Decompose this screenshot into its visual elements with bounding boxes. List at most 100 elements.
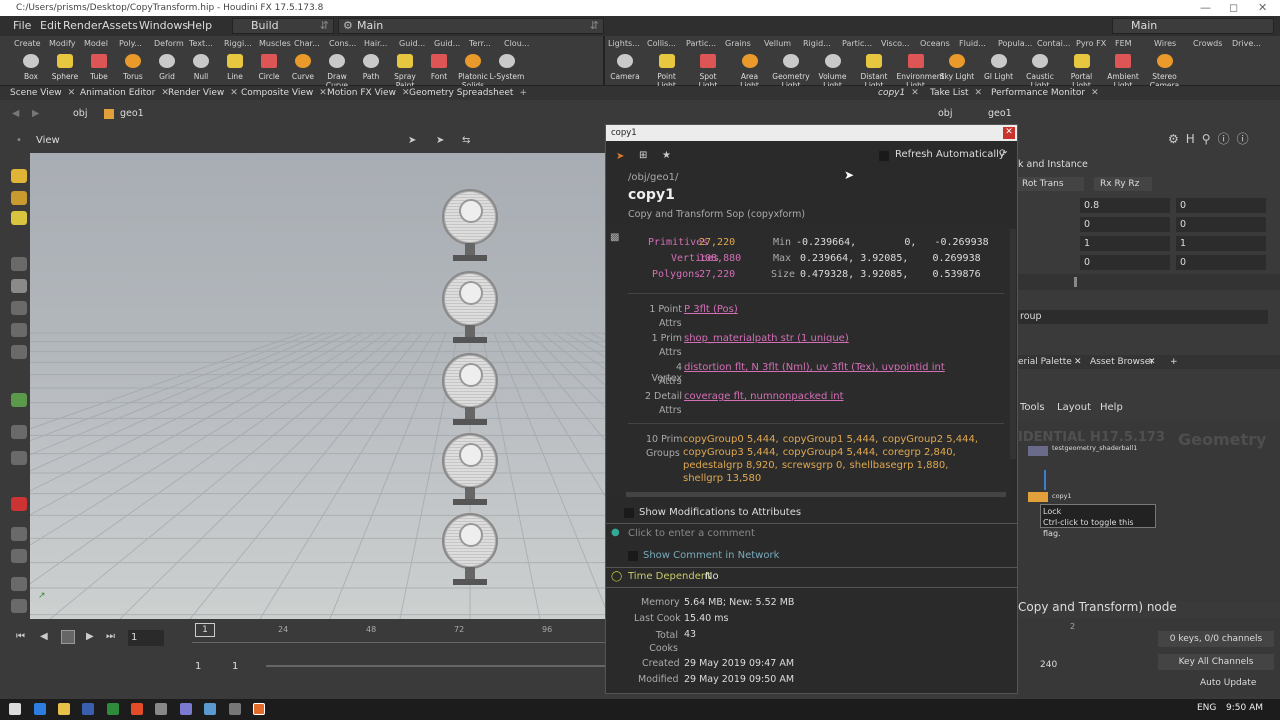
left-tool-draw-curve[interactable]: Draw Curve — [318, 54, 356, 90]
camera-icon[interactable] — [11, 425, 27, 439]
left-tool-spray-paint[interactable]: Spray Paint — [386, 54, 424, 90]
right-shelf-tab[interactable]: Partic... — [686, 37, 716, 51]
left-tool-grid[interactable]: Grid — [148, 54, 186, 81]
path-geo[interactable]: geo1 — [120, 104, 144, 124]
transform-icon[interactable]: ⇆ — [462, 131, 470, 151]
frame-field[interactable]: 1 — [128, 630, 164, 646]
start-icon[interactable] — [9, 703, 21, 715]
left-shelf-tab[interactable]: Muscles — [259, 37, 291, 51]
path-obj[interactable]: obj — [73, 104, 87, 124]
right-shelf-tab[interactable]: Popula... — [998, 37, 1032, 51]
network-editor[interactable]: IDENTIAL H17.5.173 Geometry testgeometry… — [1018, 420, 1280, 602]
menu-layout[interactable]: Layout — [1057, 398, 1091, 418]
select-tool-icon[interactable]: ➤ — [408, 131, 416, 151]
close-icon[interactable]: ✕ — [1258, 0, 1267, 16]
rotate-icon[interactable] — [11, 323, 27, 337]
param-field[interactable]: 0 — [1176, 217, 1266, 232]
right-tool-environment-light[interactable]: Environment Light — [897, 54, 944, 90]
right-shelf-tab[interactable]: Contai... — [1037, 37, 1070, 51]
left-shelf-tab[interactable]: Poly... — [119, 37, 142, 51]
explorer-icon[interactable] — [58, 703, 70, 715]
menu-render[interactable]: Render — [63, 16, 102, 36]
jump-end-icon[interactable]: ⏭ — [106, 631, 115, 642]
main-select[interactable]: Main ⚙ ⇵ — [338, 18, 604, 34]
right-tool-area-light[interactable]: Area Light — [731, 54, 769, 90]
play-icon[interactable]: ▶ — [86, 631, 94, 642]
left-tool-font[interactable]: Font — [420, 54, 458, 81]
range-slider[interactable] — [266, 665, 606, 667]
menu-assets[interactable]: Assets — [102, 16, 138, 36]
left-tool-null[interactable]: Null — [182, 54, 220, 81]
shading-icon[interactable] — [11, 599, 27, 613]
attr-values[interactable]: shop_materialpath str (1 unique) — [684, 333, 849, 344]
param-field[interactable]: 1 — [1176, 236, 1266, 251]
vs-icon[interactable] — [82, 703, 94, 715]
shaderball-node[interactable] — [1028, 446, 1048, 456]
auto-update[interactable]: Auto Update — [1200, 678, 1256, 688]
edge-icon[interactable] — [34, 703, 46, 715]
left-shelf-tab[interactable]: Modify — [49, 37, 76, 51]
right-shelf-tab[interactable]: Rigid... — [803, 37, 831, 51]
expand-icon[interactable]: ⊞ — [639, 150, 647, 161]
stop-icon[interactable] — [61, 630, 75, 644]
left-shelf-tab[interactable]: Hair... — [364, 37, 387, 51]
houdini-icon[interactable] — [253, 703, 265, 715]
pose-icon[interactable] — [11, 191, 27, 205]
key-all-channels[interactable]: Key All Channels — [1158, 654, 1274, 670]
close-tab-icon[interactable]: ✕ — [911, 88, 919, 98]
attr-values[interactable]: P 3flt (Pos) — [684, 304, 738, 315]
light-icon[interactable] — [11, 549, 27, 563]
right-shelf-tab[interactable]: Lights... — [608, 37, 640, 51]
left-shelf-tab[interactable]: Model — [84, 37, 108, 51]
tab-motion-fx-view[interactable]: Motion FX View ✕ — [327, 86, 409, 100]
tab-animation-editor[interactable]: Animation Editor ✕ — [80, 86, 169, 100]
tab-render-view[interactable]: Render View ✕ — [168, 86, 238, 100]
maximize-icon[interactable]: ◻ — [1229, 0, 1238, 16]
left-tool-platonic-solids[interactable]: Platonic Solids — [454, 54, 492, 90]
app-icon[interactable] — [229, 703, 241, 715]
attr-values[interactable]: coverage flt, numnonpacked int — [684, 391, 844, 402]
menu-windows[interactable]: Windows — [139, 16, 188, 36]
frame-indicator[interactable]: 1 — [195, 623, 215, 637]
menu-tools[interactable]: Tools — [1020, 398, 1045, 418]
timeline-ruler[interactable]: 1 24 48 72 96 — [192, 623, 606, 643]
comment-field[interactable]: Click to enter a comment — [628, 528, 755, 539]
pin-icon[interactable]: • — [16, 131, 22, 151]
lock-icon[interactable] — [11, 279, 27, 293]
back-icon[interactable]: ◀ — [12, 104, 19, 124]
minimize-icon[interactable]: — — [1200, 0, 1211, 16]
right-shelf-tab[interactable]: Drive... — [1232, 37, 1261, 51]
close-tab-icon[interactable]: ✕ — [230, 88, 238, 98]
left-shelf-tab[interactable]: Guid... — [399, 37, 425, 51]
right-shelf-tab[interactable]: Pyro FX — [1076, 37, 1106, 51]
snap-icon[interactable] — [11, 393, 27, 407]
tab-material-palette[interactable]: erial Palette — [1018, 355, 1072, 369]
xform-order-select[interactable]: Rot Trans — [1018, 177, 1084, 191]
forward-icon[interactable]: ▶ — [32, 104, 39, 124]
right-shelf-tab[interactable]: Fluid... — [959, 37, 986, 51]
start-frame[interactable]: 1 — [195, 661, 201, 672]
right-tool-geometry-light[interactable]: Geometry Light — [772, 54, 810, 90]
right-tool-stereo-camera[interactable]: Stereo Camera — [1146, 54, 1184, 90]
bug-icon[interactable]: ★ — [662, 150, 671, 161]
right-tool-sky-light[interactable]: Sky Light — [938, 54, 976, 81]
select-tool-icon-2[interactable]: ➤ — [436, 131, 444, 151]
refresh-icon[interactable]: ⟳ — [999, 148, 1007, 159]
menu-file[interactable]: File — [13, 16, 31, 36]
view-icon[interactable] — [11, 527, 27, 541]
close-tab-icon[interactable]: ✕ — [1091, 88, 1099, 98]
tab-composite-view[interactable]: Composite View ✕ — [241, 86, 327, 100]
param-field[interactable]: 0 — [1176, 255, 1266, 270]
path-obj[interactable]: obj — [938, 104, 952, 124]
left-shelf-tab[interactable]: Deform — [154, 37, 184, 51]
param-field[interactable]: 0 — [1176, 198, 1266, 213]
app-icon[interactable] — [204, 703, 216, 715]
pin-icon[interactable]: ➤ — [616, 151, 624, 162]
group-field[interactable]: roup — [1018, 310, 1268, 324]
left-shelf-tab[interactable]: Text... — [189, 37, 213, 51]
tab-take-list[interactable]: Take List ✕ — [930, 86, 982, 100]
right-tool-point-light[interactable]: Point Light — [648, 54, 686, 90]
horizontal-scrollbar[interactable] — [626, 492, 1006, 497]
tab-asset-browser[interactable]: Asset Browser — [1090, 355, 1154, 369]
magnet-icon[interactable] — [11, 451, 27, 465]
